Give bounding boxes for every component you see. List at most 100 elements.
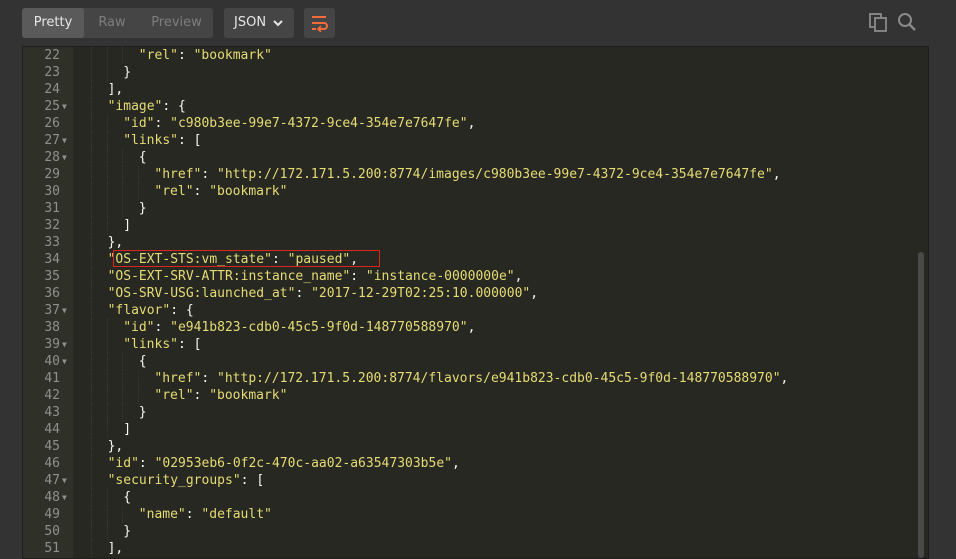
line-number: 22: [44, 48, 60, 63]
tab-preview[interactable]: Preview: [140, 8, 213, 38]
indent-guide: [106, 166, 108, 183]
indent-guide: [137, 183, 139, 200]
json-key: "rel": [154, 388, 194, 403]
punctuation: [: [193, 133, 202, 148]
code-text: "security_groups": [: [108, 472, 265, 489]
json-value: "default": [201, 507, 272, 522]
indent-guide: [91, 489, 92, 506]
code-line: 29 "href": "http://172.171.5.200:8774/ima…: [23, 166, 913, 183]
punctuation: }: [138, 201, 147, 216]
code-line: 26 "id": "c980b3ee-99e7-4372-9ce4-354e7e7…: [23, 115, 913, 132]
json-key: "id": [107, 456, 139, 471]
line-number: 50: [44, 524, 60, 539]
punctuation: }: [123, 65, 132, 80]
code-line: 50}: [23, 523, 913, 540]
code-line: 35 "OS-EXT-SRV-ATTR:instance_name": "inst…: [23, 268, 913, 285]
line-number: 51: [44, 541, 60, 556]
code-line: 22 "rel": "bookmark": [23, 47, 913, 64]
punctuation: :: [240, 473, 257, 488]
code-text: "flavor": {: [108, 302, 194, 319]
code-text: ]: [123, 217, 131, 234]
punctuation: },: [107, 439, 124, 454]
indent-guide: [122, 183, 124, 200]
json-value: "02953eb6-0f2c-470c-aa02-a63547303b5e": [154, 456, 452, 471]
json-key: "security_groups": [107, 473, 241, 488]
punctuation: :: [201, 167, 218, 182]
line-number: 23: [44, 65, 60, 80]
json-value: "http://172.171.5.200:8774/images/c980b3…: [217, 167, 773, 182]
line-number: 47: [44, 473, 60, 488]
punctuation: {: [138, 354, 147, 369]
json-key: "href": [154, 167, 202, 182]
json-key: "id": [123, 116, 155, 131]
line-number: 36: [44, 286, 60, 301]
chevron-down-icon: [273, 20, 283, 27]
punctuation: ]: [123, 218, 132, 233]
code-text: "links": [: [123, 336, 201, 353]
indent-guide: [106, 64, 108, 81]
fold-toggle-icon[interactable]: ▼: [62, 98, 67, 115]
fold-toggle-icon[interactable]: ▼: [62, 472, 67, 489]
json-key: "id": [123, 320, 155, 335]
code-line: 33},: [23, 234, 913, 251]
punctuation: {: [138, 150, 147, 165]
punctuation: :: [177, 48, 194, 63]
indent-guide: [122, 166, 124, 183]
tab-raw[interactable]: Raw: [84, 8, 140, 38]
indent-guide: [91, 132, 92, 149]
json-value: "bookmark": [209, 184, 288, 199]
scrollbar-thumb[interactable]: [918, 252, 924, 558]
json-key: "image": [107, 99, 163, 114]
code-text: },: [108, 438, 124, 455]
code-text: ]: [123, 421, 131, 438]
code-text: ],: [108, 540, 124, 557]
line-number: 29: [44, 167, 60, 182]
language-label: JSON: [234, 15, 267, 30]
indent-guide: [91, 302, 92, 319]
punctuation: ,: [514, 269, 523, 284]
fold-toggle-icon[interactable]: ▼: [62, 132, 67, 149]
fold-toggle-icon[interactable]: ▼: [62, 149, 67, 166]
search-icon[interactable]: [897, 12, 917, 32]
indent-guide: [106, 336, 108, 353]
tab-pretty[interactable]: Pretty: [22, 8, 84, 38]
indent-guide: [122, 149, 124, 166]
line-number: 43: [44, 405, 60, 420]
json-key: "rel": [138, 48, 178, 63]
wrap-lines-button[interactable]: [304, 8, 335, 38]
code-text: }: [139, 404, 147, 421]
language-select[interactable]: JSON: [224, 8, 294, 38]
indent-guide: [91, 353, 92, 370]
indent-guide: [91, 98, 92, 115]
code-text: "rel": "bookmark": [139, 47, 272, 64]
code-line: 28 ▼ {: [23, 149, 913, 166]
code-line: 25 ▼ "image": {: [23, 98, 913, 115]
fold-toggle-icon[interactable]: ▼: [62, 489, 67, 506]
line-number: 48: [44, 490, 60, 505]
copy-icon[interactable]: [868, 12, 888, 32]
punctuation: :: [177, 337, 194, 352]
indent-guide: [122, 200, 124, 217]
punctuation: ],: [107, 541, 124, 556]
indent-guide: [106, 353, 108, 370]
indent-guide: [91, 370, 92, 387]
json-key: "links": [123, 337, 178, 352]
indent-guide: [122, 370, 124, 387]
fold-toggle-icon[interactable]: ▼: [62, 302, 67, 319]
code-text: "href": "http://172.171.5.200:8774/flavo…: [154, 370, 788, 387]
indent-guide: [91, 472, 92, 489]
code-text: },: [108, 234, 124, 251]
line-number: 34: [44, 252, 60, 267]
json-key: "OS-EXT-SRV-ATTR:instance_name": [107, 269, 351, 284]
fold-toggle-icon[interactable]: ▼: [62, 353, 67, 370]
line-number: 25: [44, 99, 60, 114]
indent-guide: [106, 115, 108, 132]
indent-guide: [91, 268, 92, 285]
fold-toggle-icon[interactable]: ▼: [62, 336, 67, 353]
code-text: }: [139, 200, 147, 217]
indent-guide: [91, 64, 92, 81]
response-body-editor[interactable]: 22 "rel": "bookmark" 23} 24], 25 ▼ "image": {2…: [22, 46, 929, 559]
punctuation: :: [138, 456, 155, 471]
indent-guide: [106, 132, 108, 149]
code-line: 46 "id": "02953eb6-0f2c-470c-aa02-a635473…: [23, 455, 913, 472]
